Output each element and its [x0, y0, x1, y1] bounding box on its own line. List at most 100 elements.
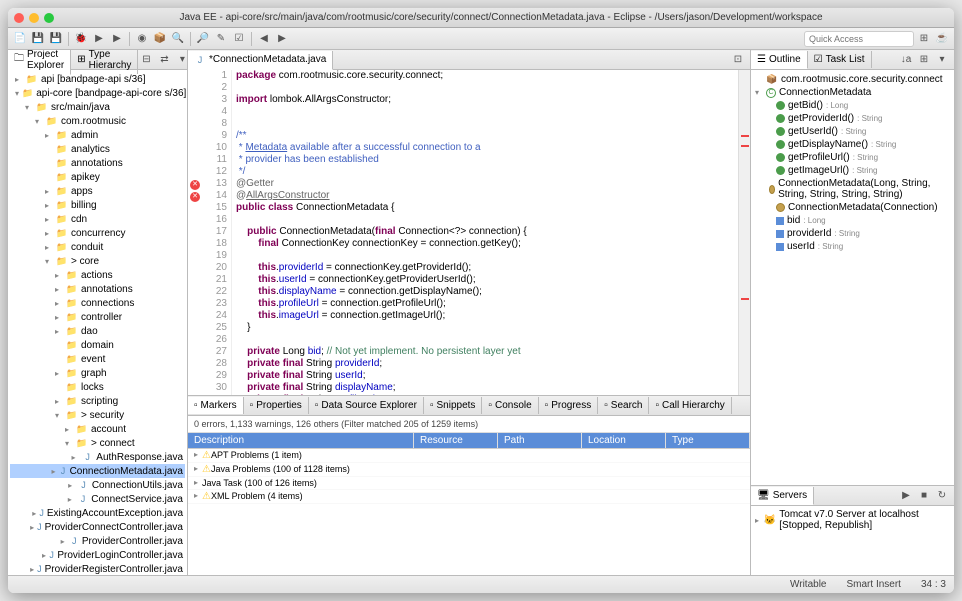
tree-item[interactable]: ▾📁> core — [10, 254, 185, 268]
tree-item[interactable]: ▾📁> connect — [10, 436, 185, 450]
tree-item[interactable]: ▸📁scripting — [10, 394, 185, 408]
tree-item[interactable]: ▾📁> security — [10, 408, 185, 422]
tree-item[interactable]: ▸JConnectionUtils.java — [10, 478, 185, 492]
server-publish-icon[interactable]: ↻ — [934, 488, 950, 504]
tab-servers[interactable]: 🖥Servers — [751, 487, 814, 505]
tree-item[interactable]: 📁annotations — [10, 156, 185, 170]
outline-item[interactable]: getUserId(): String — [753, 125, 952, 138]
problem-row[interactable]: ▸ ⚠ Java Problems (100 of 1128 items) — [188, 463, 750, 477]
run-icon[interactable]: ▶ — [91, 31, 107, 47]
perspective-icon[interactable]: ⊞ — [916, 31, 932, 47]
search-icon[interactable]: 🔎 — [195, 31, 211, 47]
tree-item[interactable]: 📁event — [10, 352, 185, 366]
tree-item[interactable]: ▸JProviderLoginController.java — [10, 548, 185, 562]
btab[interactable]: ▫Properties — [244, 397, 309, 414]
tree-item[interactable]: 📁analytics — [10, 142, 185, 156]
new-class-icon[interactable]: ◉ — [134, 31, 150, 47]
tree-item[interactable]: ▸JAuthResponse.java — [10, 450, 185, 464]
code-editor[interactable]: ✕✕ ✕ 12348910111213141516171819202122232… — [188, 70, 750, 395]
new-pkg-icon[interactable]: 📦 — [152, 31, 168, 47]
problem-row[interactable]: ▸ Java Task (100 of 126 items) — [188, 477, 750, 490]
tree-item[interactable]: ▸📁connections — [10, 296, 185, 310]
close-button[interactable] — [14, 13, 24, 23]
tree-item[interactable]: ▸📁account — [10, 422, 185, 436]
tree-item[interactable]: ▸📁billing — [10, 198, 185, 212]
tree-item[interactable]: ▸📁controller — [10, 310, 185, 324]
tree-item[interactable]: ▸JProviderConnectController.java — [10, 520, 185, 534]
btab[interactable]: ▫Search — [598, 397, 649, 414]
problem-row[interactable]: ▸ ⚠ APT Problems (1 item) — [188, 449, 750, 463]
btab[interactable]: ▫Call Hierarchy — [649, 397, 731, 414]
menu-icon[interactable]: ▾ — [934, 52, 950, 68]
editor-tab[interactable]: J *ConnectionMetadata.java — [188, 51, 333, 70]
collapse-icon[interactable]: ⊟ — [138, 52, 154, 68]
open-type-icon[interactable]: 🔍 — [170, 31, 186, 47]
outline-item[interactable]: ConnectionMetadata(Connection) — [753, 201, 952, 214]
tree-item[interactable]: ▸📁actions — [10, 268, 185, 282]
project-tree[interactable]: ▸📁api [bandpage-api s/36]▾📁api-core [ban… — [8, 70, 187, 575]
tree-item[interactable]: ▸JExistingAccountException.java — [10, 506, 185, 520]
right-panel: ☰Outline ☑Task List ↓a ⊞ ▾ 📦com.rootmusi… — [750, 50, 954, 575]
tree-item[interactable]: ▸JProviderRegisterController.java — [10, 562, 185, 575]
maximize-button[interactable] — [44, 13, 54, 23]
tree-item[interactable]: ▸📁apps — [10, 184, 185, 198]
tree-item[interactable]: ▸📁graph — [10, 366, 185, 380]
annotate-icon[interactable]: ✎ — [213, 31, 229, 47]
server-start-icon[interactable]: ▶ — [898, 488, 914, 504]
outline-item[interactable]: getProfileUrl(): String — [753, 151, 952, 164]
tab-tasklist[interactable]: ☑Task List — [808, 51, 872, 68]
filter-icon[interactable]: ⊞ — [916, 52, 932, 68]
tree-item[interactable]: ▾📁src/main/java — [10, 100, 185, 114]
quick-access-input[interactable] — [804, 31, 914, 47]
task-icon[interactable]: ☑ — [231, 31, 247, 47]
outline-item[interactable]: userId: String — [753, 240, 952, 253]
tree-item[interactable]: ▸📁annotations — [10, 282, 185, 296]
tree-item[interactable]: ▸JConnectionMetadata.java — [10, 464, 185, 478]
sort-icon[interactable]: ↓a — [898, 52, 914, 68]
outline-item[interactable]: getBid(): Long — [753, 99, 952, 112]
tab-outline[interactable]: ☰Outline — [751, 51, 808, 69]
btab[interactable]: ▫Console — [482, 397, 538, 414]
minimize-button[interactable] — [29, 13, 39, 23]
tree-item[interactable]: ▾📁com.rootmusic — [10, 114, 185, 128]
tree-item[interactable]: ▾📁api-core [bandpage-api-core s/36] — [10, 86, 185, 100]
outline-item[interactable]: getImageUrl(): String — [753, 164, 952, 177]
run-ext-icon[interactable]: ▶ — [109, 31, 125, 47]
maximize-editor-icon[interactable]: ⊡ — [730, 52, 746, 68]
tree-item[interactable]: ▸JProviderController.java — [10, 534, 185, 548]
tree-item[interactable]: ▸📁api [bandpage-api s/36] — [10, 72, 185, 86]
btab[interactable]: ▫Snippets — [424, 397, 482, 414]
server-item[interactable]: ▸🐱 Tomcat v7.0 Server at localhost [Stop… — [753, 508, 952, 532]
problems-header[interactable]: DescriptionResourcePathLocationType — [188, 433, 750, 449]
btab[interactable]: ▫Data Source Explorer — [309, 397, 424, 414]
tree-item[interactable]: ▸📁concurrency — [10, 226, 185, 240]
tree-item[interactable]: 📁domain — [10, 338, 185, 352]
tree-item[interactable]: ▸📁conduit — [10, 240, 185, 254]
debug-icon[interactable]: 🐞 — [73, 31, 89, 47]
outline-item[interactable]: ConnectionMetadata(Long, String, String,… — [753, 177, 952, 201]
problem-row[interactable]: ▸ ⚠ XML Problem (4 items) — [188, 490, 750, 504]
new-icon[interactable]: 📄 — [12, 31, 28, 47]
outline-item[interactable]: bid: Long — [753, 214, 952, 227]
overview-ruler[interactable] — [738, 70, 750, 395]
server-stop-icon[interactable]: ■ — [916, 488, 932, 504]
forward-icon[interactable]: ▶ — [274, 31, 290, 47]
outline-item[interactable]: getProviderId(): String — [753, 112, 952, 125]
btab[interactable]: ▫Progress — [539, 397, 599, 414]
tree-item[interactable]: 📁apikey — [10, 170, 185, 184]
left-panel: 🗀Project Explorer ⊞Type Hierarchy ⊟ ⇄ ▾ … — [8, 50, 188, 575]
tree-item[interactable]: ▸📁dao — [10, 324, 185, 338]
outline-item[interactable]: providerId: String — [753, 227, 952, 240]
back-icon[interactable]: ◀ — [256, 31, 272, 47]
outline-item[interactable]: getDisplayName(): String — [753, 138, 952, 151]
tree-item[interactable]: 📁locks — [10, 380, 185, 394]
tree-item[interactable]: ▸📁cdn — [10, 212, 185, 226]
outline-tree[interactable]: 📦com.rootmusic.core.security.connect ▾CC… — [751, 70, 954, 485]
javaee-perspective-icon[interactable]: ☕ — [934, 31, 950, 47]
tree-item[interactable]: ▸JConnectService.java — [10, 492, 185, 506]
link-icon[interactable]: ⇄ — [156, 52, 172, 68]
save-icon[interactable]: 💾 — [30, 31, 46, 47]
save-all-icon[interactable]: 💾 — [48, 31, 64, 47]
tree-item[interactable]: ▸📁admin — [10, 128, 185, 142]
btab[interactable]: ▫Markers — [188, 397, 244, 414]
